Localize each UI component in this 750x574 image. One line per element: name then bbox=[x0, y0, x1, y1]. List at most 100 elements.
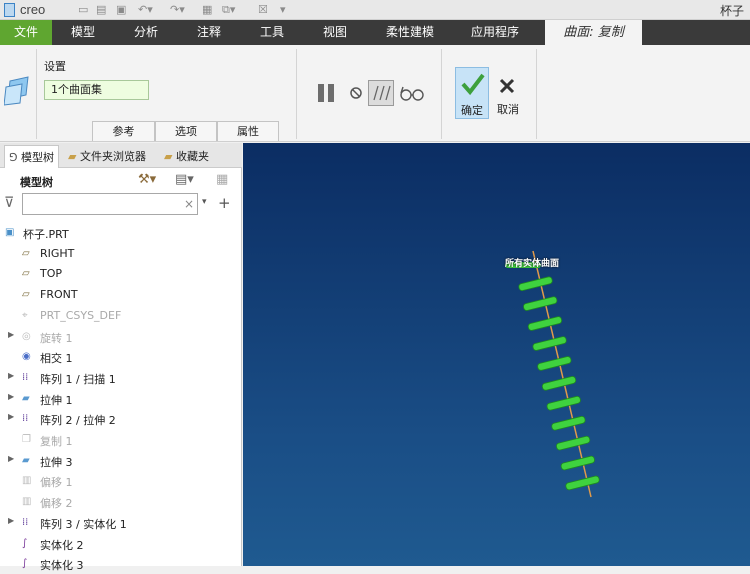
tree-item-label: 偏移 2 bbox=[40, 497, 73, 511]
separator bbox=[536, 49, 537, 139]
tree-item[interactable]: ⌖ PRT_CSYS_DEF bbox=[0, 306, 240, 326]
redo-icon[interactable]: ↷▾ bbox=[170, 3, 185, 17]
tree-item-label: 阵列 2 / 拉伸 2 bbox=[40, 414, 116, 428]
tab-tools[interactable]: 工具 bbox=[251, 20, 293, 45]
copied-surface[interactable] bbox=[518, 276, 553, 291]
tab-analysis[interactable]: 分析 bbox=[125, 20, 167, 45]
pattern-icon: ⁞⁞ bbox=[22, 413, 29, 425]
tree-item[interactable]: ▱ FRONT bbox=[0, 285, 240, 305]
copied-surface[interactable] bbox=[532, 336, 567, 351]
tree-item-label: 旋转 1 bbox=[40, 331, 73, 345]
tab-options[interactable]: 选项 bbox=[155, 121, 217, 141]
show-list-icon[interactable]: ▤▾ bbox=[175, 172, 194, 187]
verify-glasses-icon[interactable] bbox=[399, 85, 425, 101]
copy-surface-icon bbox=[4, 76, 29, 106]
separator bbox=[441, 49, 442, 139]
copied-surface[interactable] bbox=[551, 415, 586, 431]
windows-icon[interactable]: ⧉▾ bbox=[222, 3, 235, 17]
tree-item-label: TOP bbox=[40, 267, 63, 281]
search-dropdown-icon[interactable]: ▾ bbox=[202, 197, 207, 207]
add-icon[interactable]: + bbox=[218, 194, 231, 212]
tree-settings-icon[interactable]: ⚒▾ bbox=[138, 172, 156, 187]
expand-icon[interactable]: ▶ bbox=[8, 330, 14, 339]
undo-icon[interactable]: ↶▾ bbox=[138, 3, 153, 17]
tab-properties[interactable]: 属性 bbox=[217, 121, 279, 141]
tree-item[interactable]: ▶ ⁞⁞ 阵列 3 / 实体化 1 bbox=[0, 513, 240, 533]
copied-surface[interactable] bbox=[560, 455, 595, 471]
customize-toolbar-icon[interactable]: ▾ bbox=[280, 3, 286, 17]
tab-view[interactable]: 视图 bbox=[314, 20, 356, 45]
expand-icon[interactable]: ▶ bbox=[8, 412, 14, 421]
copied-surface[interactable] bbox=[565, 475, 600, 491]
pattern-icon: ⁞⁞ bbox=[22, 371, 29, 383]
tab-favorites[interactable]: ▰ 收藏夹 bbox=[164, 148, 209, 164]
tab-surface-copy[interactable]: 曲面: 复制 bbox=[545, 20, 642, 45]
datum-plane-icon: ▱ bbox=[22, 247, 30, 259]
graphics-viewport[interactable]: 所有实体曲面 bbox=[243, 143, 750, 566]
close-window-icon[interactable]: ☒ bbox=[258, 3, 268, 17]
tree-item[interactable]: ▶ ▰ 拉伸 3 bbox=[0, 451, 240, 471]
copied-surface[interactable] bbox=[556, 435, 591, 451]
surface-collector[interactable]: 1个曲面集 bbox=[44, 80, 149, 100]
expand-icon[interactable]: ▶ bbox=[8, 454, 14, 463]
no-preview-icon[interactable] bbox=[349, 86, 363, 100]
tab-annotate[interactable]: 注释 bbox=[188, 20, 230, 45]
tree-item[interactable]: ∫ 实体化 2 bbox=[0, 534, 240, 554]
cancel-button[interactable]: 取消 bbox=[493, 67, 523, 119]
tree-item[interactable]: ▶ ⁞⁞ 阵列 1 / 扫描 1 bbox=[0, 368, 240, 388]
datum-plane-icon: ▱ bbox=[22, 289, 30, 301]
separator bbox=[36, 49, 37, 139]
app-brand: creo bbox=[20, 2, 46, 17]
copied-surface[interactable] bbox=[523, 296, 558, 311]
tree-item[interactable]: ▶ ⁞⁞ 阵列 2 / 拉伸 2 bbox=[0, 409, 240, 429]
new-file-icon[interactable]: ▭ bbox=[78, 3, 88, 17]
model-geometry[interactable] bbox=[243, 143, 750, 566]
solidify-icon: ∫ bbox=[22, 558, 28, 570]
tab-folder-browser-label: 文件夹浏览器 bbox=[79, 150, 146, 163]
confirm-label: 确定 bbox=[461, 104, 483, 117]
copied-surface[interactable] bbox=[541, 376, 577, 391]
copied-surface[interactable] bbox=[537, 356, 572, 371]
tree-item[interactable]: ▥ 偏移 1 bbox=[0, 471, 240, 491]
tab-model-tree[interactable]: ⅁ 模型树 bbox=[4, 145, 60, 168]
pause-icon[interactable] bbox=[316, 82, 338, 104]
tree-item[interactable]: ▱ TOP bbox=[0, 264, 240, 284]
expand-icon[interactable]: ▶ bbox=[8, 516, 14, 525]
clear-search-icon[interactable]: × bbox=[184, 197, 194, 211]
tree-item[interactable]: ∫ 实体化 3 bbox=[0, 554, 240, 574]
expand-icon[interactable]: ▶ bbox=[8, 392, 14, 401]
app-icon bbox=[4, 3, 15, 17]
confirm-button[interactable]: 确定 bbox=[455, 67, 489, 119]
regenerate-icon[interactable]: ▦ bbox=[202, 3, 212, 17]
save-icon[interactable]: ▣ bbox=[116, 3, 126, 17]
tree-item-label: 杯子.PRT bbox=[23, 228, 69, 241]
tab-references[interactable]: 参考 bbox=[92, 121, 155, 141]
tree-item[interactable]: ❐ 复制 1 bbox=[0, 430, 240, 450]
tab-applications[interactable]: 应用程序 bbox=[463, 20, 527, 45]
open-file-icon[interactable]: ▤ bbox=[96, 3, 106, 17]
tree-item-label: 阵列 3 / 实体化 1 bbox=[40, 517, 127, 531]
tree-item[interactable]: ▣ 杯子.PRT bbox=[0, 223, 240, 243]
copied-surface[interactable] bbox=[546, 395, 581, 411]
tree-item[interactable]: ◉ 相交 1 bbox=[0, 347, 240, 367]
sidebar-tabs: ⅁ 模型树 ▰ 文件夹浏览器 ▰ 收藏夹 bbox=[0, 143, 242, 168]
extrude-icon: ▰ bbox=[22, 454, 30, 466]
tree-search-input[interactable] bbox=[22, 193, 198, 215]
tab-folder-browser[interactable]: ▰ 文件夹浏览器 bbox=[68, 148, 146, 164]
feature-preview-icon[interactable] bbox=[368, 80, 394, 106]
copied-surface[interactable] bbox=[527, 316, 563, 331]
tree-item[interactable]: ▥ 偏移 2 bbox=[0, 492, 240, 512]
offset-icon: ▥ bbox=[22, 475, 32, 487]
tab-flexible-modeling[interactable]: 柔性建模 bbox=[378, 20, 442, 45]
filter-icon[interactable]: ⊽ bbox=[4, 195, 14, 211]
tree-item[interactable]: ▶ ▰ 拉伸 1 bbox=[0, 389, 240, 409]
expand-icon[interactable]: ▶ bbox=[8, 371, 14, 380]
tab-model[interactable]: 模型 bbox=[62, 20, 104, 45]
tree-filter-grid-icon[interactable]: ▦ bbox=[216, 172, 228, 187]
model-tree-panel: ⅁ 模型树 ▰ 文件夹浏览器 ▰ 收藏夹 模型树 ⚒▾ ▤▾ ▦ ⊽ × ▾ +… bbox=[0, 143, 242, 572]
tree-item[interactable]: ▱ RIGHT bbox=[0, 244, 240, 264]
separator bbox=[296, 49, 297, 139]
tab-favorites-label: 收藏夹 bbox=[175, 150, 209, 163]
tab-file[interactable]: 文件 bbox=[0, 20, 52, 45]
tree-item[interactable]: ▶ ◎ 旋转 1 bbox=[0, 327, 240, 347]
